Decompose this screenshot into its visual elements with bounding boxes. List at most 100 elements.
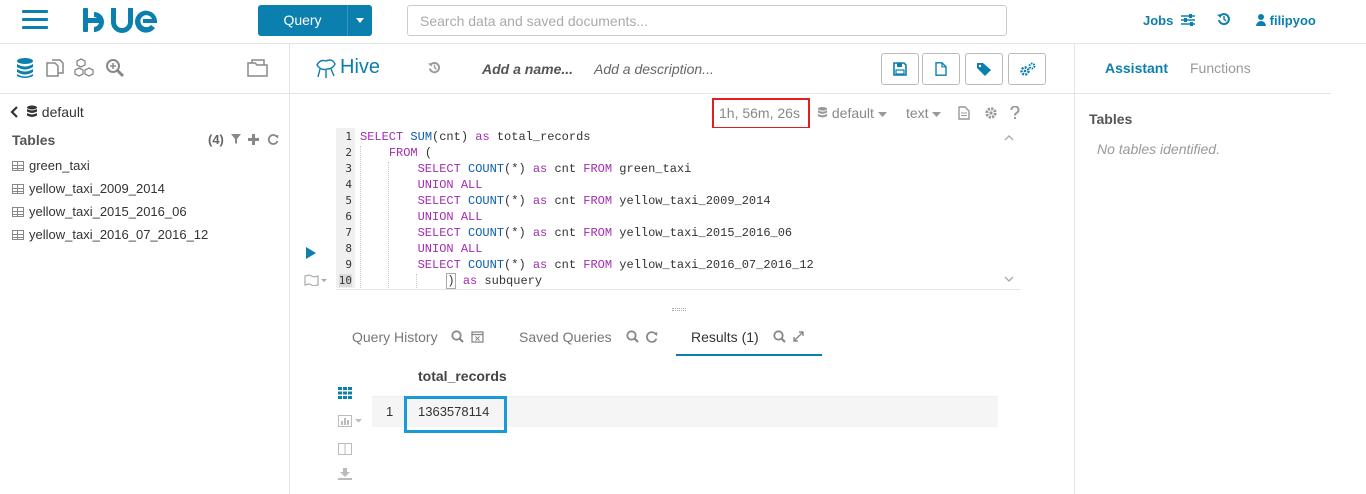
search-plus-icon[interactable]: [104, 57, 126, 79]
caret-down-icon: [877, 112, 887, 117]
code-line-8: UNION ALL: [417, 242, 483, 256]
grid-icon[interactable]: [338, 387, 352, 399]
hue-logo[interactable]: [83, 6, 183, 36]
line-number: 8: [345, 242, 352, 255]
line-gutter: 1 2 3 4 5 6 7 8 9 10: [336, 128, 355, 288]
line-number: 2: [345, 146, 352, 159]
tab-saved-queries[interactable]: Saved Queries: [519, 329, 658, 345]
search-icon[interactable]: [625, 330, 639, 343]
resize-handle[interactable]: [672, 308, 686, 311]
run-query-button[interactable]: [306, 247, 316, 259]
engine-title: Hive: [340, 56, 381, 78]
map-icon[interactable]: [304, 274, 328, 286]
line-number: 1: [345, 130, 352, 143]
jobs-label: Jobs: [1143, 13, 1174, 28]
filter-icon[interactable]: [231, 134, 241, 145]
database-select[interactable]: default: [817, 105, 887, 121]
refresh-icon[interactable]: [267, 133, 279, 145]
table-item-yellow-taxi-2015-2016-06[interactable]: yellow_taxi_2015_2016_06: [12, 204, 187, 219]
tab-label: Saved Queries: [519, 329, 612, 345]
query-description-field[interactable]: Add a description...: [594, 61, 714, 77]
code-line-6: UNION ALL: [417, 210, 483, 224]
results-column-header[interactable]: total_records: [418, 368, 507, 384]
tags-button[interactable]: [965, 53, 1003, 85]
line-number: 7: [345, 226, 352, 239]
username: filipyoo: [1269, 13, 1316, 28]
tab-label: Query History: [352, 329, 438, 345]
format-select[interactable]: text: [906, 105, 942, 121]
folder-open-icon[interactable]: [246, 57, 270, 79]
database-small-icon: [26, 105, 37, 117]
jobs-link[interactable]: Jobs: [1143, 13, 1195, 28]
search-icon[interactable]: [451, 330, 465, 343]
editor-main: Hive Add a name... Add a description... …: [290, 44, 1074, 494]
file-text-icon[interactable]: [958, 106, 970, 120]
gear-icon[interactable]: [984, 106, 998, 120]
refresh-icon[interactable]: [645, 330, 658, 343]
search-icon[interactable]: [772, 330, 786, 343]
result-tabs: Query History Saved Queries Results (1): [336, 324, 1020, 356]
table-item-yellow-taxi-2016-07-2016-12[interactable]: yellow_taxi_2016_07_2016_12: [12, 227, 208, 242]
tab-assistant[interactable]: Assistant: [1105, 60, 1168, 76]
code-line-9: SELECT COUNT(*) as cnt FROM yellow_taxi_…: [417, 258, 814, 272]
settings-button[interactable]: [1008, 53, 1046, 85]
table-name: yellow_taxi_2015_2016_06: [29, 204, 187, 219]
save-button[interactable]: [881, 53, 919, 85]
menu-icon[interactable]: [22, 10, 48, 32]
table-item-yellow-taxi-2009-2014[interactable]: yellow_taxi_2009_2014: [12, 181, 165, 196]
chevron-down-icon[interactable]: [347, 5, 372, 36]
table-icon: [12, 230, 24, 240]
tab-results[interactable]: Results (1): [691, 329, 805, 345]
bar-chart-icon[interactable]: [338, 415, 364, 427]
tab-label: Results (1): [691, 329, 759, 345]
hive-icon: [316, 59, 336, 78]
query-button[interactable]: Query: [258, 5, 372, 36]
elapsed-time: 1h, 56m, 26s: [719, 105, 800, 121]
search-input[interactable]: [407, 5, 1007, 36]
assistant-tabs: Assistant Functions: [1075, 44, 1331, 94]
query-name-field[interactable]: Add a name...: [482, 61, 573, 77]
chevron-left-icon[interactable]: [10, 106, 19, 118]
history-icon[interactable]: [428, 61, 441, 74]
cogs-icon: [1020, 62, 1036, 76]
question-icon[interactable]: [1010, 106, 1020, 120]
floppy-icon: [893, 62, 907, 76]
columns-icon[interactable]: [338, 443, 352, 455]
editor-header: Hive Add a name... Add a description...: [290, 44, 1074, 94]
table-icon: [12, 207, 24, 217]
cubes-icon[interactable]: [74, 57, 96, 79]
breadcrumb[interactable]: default: [10, 104, 84, 120]
line-number: 6: [345, 210, 352, 223]
right-assist-panel: Assistant Functions Tables No tables ide…: [1074, 44, 1366, 494]
table-item-green-taxi[interactable]: green_taxi: [12, 158, 90, 173]
expand-icon[interactable]: [792, 330, 805, 343]
assistant-empty-text: No tables identified.: [1097, 141, 1220, 157]
highlight-box-result: [404, 396, 507, 433]
table-name: green_taxi: [29, 158, 90, 173]
code-line-5: SELECT COUNT(*) as cnt FROM yellow_taxi_…: [417, 194, 771, 208]
database-select-value: default: [831, 105, 874, 121]
tab-functions[interactable]: Functions: [1190, 60, 1251, 76]
database-icon[interactable]: [14, 57, 36, 79]
line-number: 4: [345, 178, 352, 191]
tables-tools: [231, 132, 279, 150]
left-assist-panel: default Tables (4) green_taxi yellow_tax…: [0, 44, 290, 494]
user-menu[interactable]: filipyoo: [1256, 13, 1316, 28]
download-icon[interactable]: [338, 468, 352, 480]
documents-icon[interactable]: [44, 57, 66, 79]
editor-scrollbar[interactable]: [1003, 131, 1015, 286]
code-line-4: UNION ALL: [417, 178, 483, 192]
tab-query-history[interactable]: Query History: [352, 329, 485, 345]
history-icon[interactable]: [1217, 12, 1231, 26]
code-line-1: SELECT SUM(cnt) as total_records: [360, 130, 591, 144]
user-icon: [1256, 14, 1266, 26]
code-editor[interactable]: 1 2 3 4 5 6 7 8 9 10 SELECT SUM(cnt) as …: [336, 128, 1020, 290]
plus-icon[interactable]: [248, 134, 260, 145]
new-document-button[interactable]: [922, 53, 960, 85]
active-tab-indicator: [676, 354, 822, 356]
line-number: 3: [345, 162, 352, 175]
table-icon: [12, 161, 24, 171]
file-icon: [935, 62, 947, 76]
calendar-x-icon[interactable]: [471, 330, 485, 343]
row-number: 1: [386, 404, 394, 419]
